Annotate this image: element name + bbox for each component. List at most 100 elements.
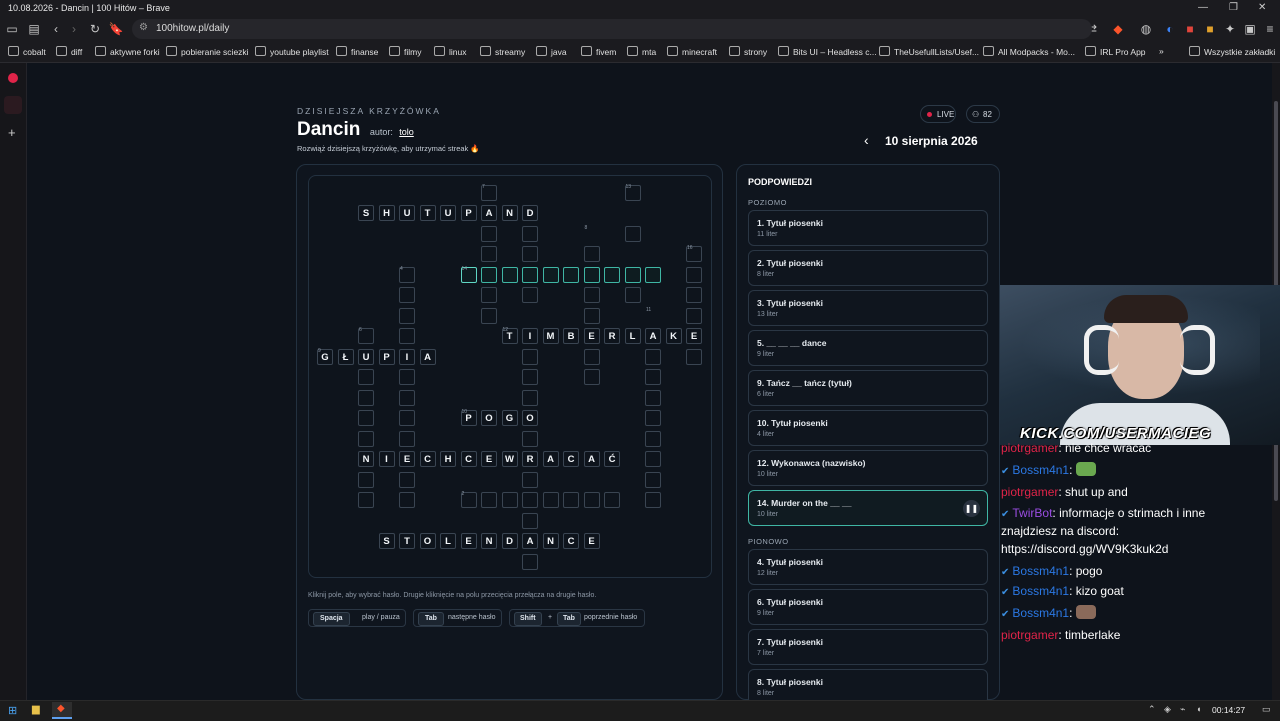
grid-cell[interactable]	[583, 246, 600, 262]
grid-cell-filled[interactable]: C	[460, 451, 477, 467]
bookmark-icon[interactable]: 🔖	[108, 21, 124, 37]
grid-cell[interactable]	[399, 430, 415, 447]
grid-cell[interactable]	[501, 492, 518, 508]
grid-cell[interactable]	[481, 287, 497, 303]
grid-cell-filled[interactable]: C	[419, 451, 436, 467]
clue-item[interactable]: 2. Tytuł piosenki 8 liter	[748, 250, 988, 286]
notifications-icon[interactable]: ▭	[1262, 704, 1271, 715]
grid-cell-filled[interactable]: U	[399, 205, 415, 221]
extension-red-icon[interactable]: ■	[1182, 21, 1198, 37]
extensions-icon[interactable]: ✦	[1222, 21, 1238, 37]
grid-cell-filled[interactable]: E	[583, 328, 600, 344]
grid-cell[interactable]	[583, 266, 600, 283]
grid-cell-filled[interactable]: T	[419, 205, 436, 221]
bookmark-item[interactable]: diff	[56, 46, 82, 57]
grid-cell[interactable]	[583, 369, 600, 385]
grid-cell-filled[interactable]: S	[358, 205, 374, 221]
grid-cell[interactable]	[358, 369, 374, 385]
grid-cell[interactable]	[645, 266, 661, 283]
bookmark-item[interactable]: Bits UI – Headless c...	[778, 46, 877, 57]
network-icon[interactable]: ⌁	[1180, 704, 1185, 715]
menu-icon[interactable]: ≡	[1262, 21, 1278, 37]
grid-cell-filled[interactable]: P	[460, 205, 477, 221]
grid-cell[interactable]	[542, 492, 559, 508]
back-icon[interactable]: ‹	[48, 21, 64, 37]
grid-cell[interactable]	[399, 410, 415, 426]
grid-cell[interactable]	[563, 266, 579, 283]
grid-cell-filled[interactable]: I	[378, 451, 395, 467]
grid-cell-filled[interactable]: A	[583, 451, 600, 467]
grid-cell[interactable]	[522, 389, 538, 406]
extension-yellow-icon[interactable]: ■	[1202, 21, 1218, 37]
bookmark-item[interactable]: IRL Pro App	[1085, 46, 1146, 57]
bookmarks-overflow-button[interactable]: »	[1159, 46, 1164, 56]
file-explorer-icon[interactable]: ▆	[32, 704, 40, 715]
forward-icon[interactable]: ›	[66, 21, 82, 37]
grid-cell[interactable]	[686, 348, 702, 365]
grid-cell-filled[interactable]: A	[481, 205, 497, 221]
grid-cell-filled[interactable]: S	[378, 533, 395, 549]
bookmark-item[interactable]: streamy	[480, 46, 525, 57]
grid-cell-filled[interactable]: D	[501, 533, 518, 549]
clue-item[interactable]: 5. __ __ __ dance 9 liter	[748, 330, 988, 366]
clue-item[interactable]: 6. Tytuł piosenki 9 liter	[748, 589, 988, 625]
grid-cell-filled[interactable]: Ć	[604, 451, 620, 467]
grid-cell[interactable]	[399, 389, 415, 406]
grid-cell-filled[interactable]: Ł	[337, 348, 354, 365]
bookmark-item[interactable]: finanse	[336, 46, 378, 57]
grid-cell[interactable]	[358, 410, 374, 426]
volume-icon[interactable]: ◖	[1196, 704, 1201, 714]
grid-cell[interactable]	[624, 266, 641, 283]
grid-cell-filled[interactable]: O	[481, 410, 497, 426]
bookmark-item[interactable]: minecraft	[667, 46, 717, 57]
grid-cell-filled[interactable]: T	[399, 533, 415, 549]
grid-cell[interactable]	[645, 389, 661, 406]
grid-cell[interactable]	[645, 492, 661, 508]
clock[interactable]: 00:14:27	[1212, 705, 1245, 715]
grid-cell-filled[interactable]: H	[440, 451, 456, 467]
grid-cell-filled[interactable]: U	[440, 205, 456, 221]
grid-cell[interactable]	[481, 266, 497, 283]
grid-cell[interactable]	[522, 430, 538, 447]
grid-cell[interactable]	[645, 430, 661, 447]
grid-cell-filled[interactable]: I	[522, 328, 538, 344]
close-icon[interactable]: ✕	[1258, 2, 1266, 13]
grid-cell[interactable]	[522, 512, 538, 529]
grid-cell[interactable]	[399, 492, 415, 508]
bookmark-item[interactable]: mta	[627, 46, 656, 57]
grid-cell[interactable]	[481, 492, 497, 508]
clue-item[interactable]: 10. Tytuł piosenki 4 liter	[748, 410, 988, 446]
grid-cell[interactable]	[583, 307, 600, 324]
grid-cell-filled[interactable]: N	[358, 451, 374, 467]
grid-cell[interactable]	[522, 471, 538, 488]
add-panel-icon[interactable]: +	[8, 125, 16, 140]
grid-cell[interactable]	[645, 410, 661, 426]
grid-cell[interactable]	[522, 246, 538, 262]
grid-cell[interactable]	[686, 266, 702, 283]
bookmark-item[interactable]: aktywne forki	[95, 46, 160, 57]
tray-chevron-icon[interactable]: ⌃	[1148, 704, 1156, 715]
bookmark-item[interactable]: linux	[434, 46, 466, 57]
grid-cell[interactable]	[645, 451, 661, 467]
grid-cell[interactable]	[563, 492, 579, 508]
grid-cell[interactable]	[481, 246, 497, 262]
grid-cell[interactable]	[522, 492, 538, 508]
grid-cell[interactable]	[522, 266, 538, 283]
grid-cell-filled[interactable]: A	[645, 328, 661, 344]
grid-cell-filled[interactable]: C	[563, 533, 579, 549]
grid-cell-filled[interactable]: E	[481, 451, 497, 467]
grid-cell[interactable]	[686, 307, 702, 324]
sidebar-toggle-icon[interactable]: ▭	[4, 21, 20, 37]
grid-cell-filled[interactable]: E	[686, 328, 702, 344]
maximize-icon[interactable]: ❐	[1229, 2, 1238, 13]
grid-cell-filled[interactable]: N	[501, 205, 518, 221]
grid-cell[interactable]	[358, 492, 374, 508]
clue-item[interactable]: 4. Tytuł piosenki 12 liter	[748, 549, 988, 585]
bookmark-item[interactable]: pobieranie sciezki	[166, 46, 249, 57]
grid-cell[interactable]	[604, 266, 620, 283]
grid-cell-filled[interactable]: O	[419, 533, 436, 549]
grid-cell[interactable]	[481, 225, 497, 242]
grid-cell-filled[interactable]: N	[542, 533, 559, 549]
bookmark-item[interactable]: cobalt	[8, 46, 46, 57]
grid-cell[interactable]	[686, 287, 702, 303]
